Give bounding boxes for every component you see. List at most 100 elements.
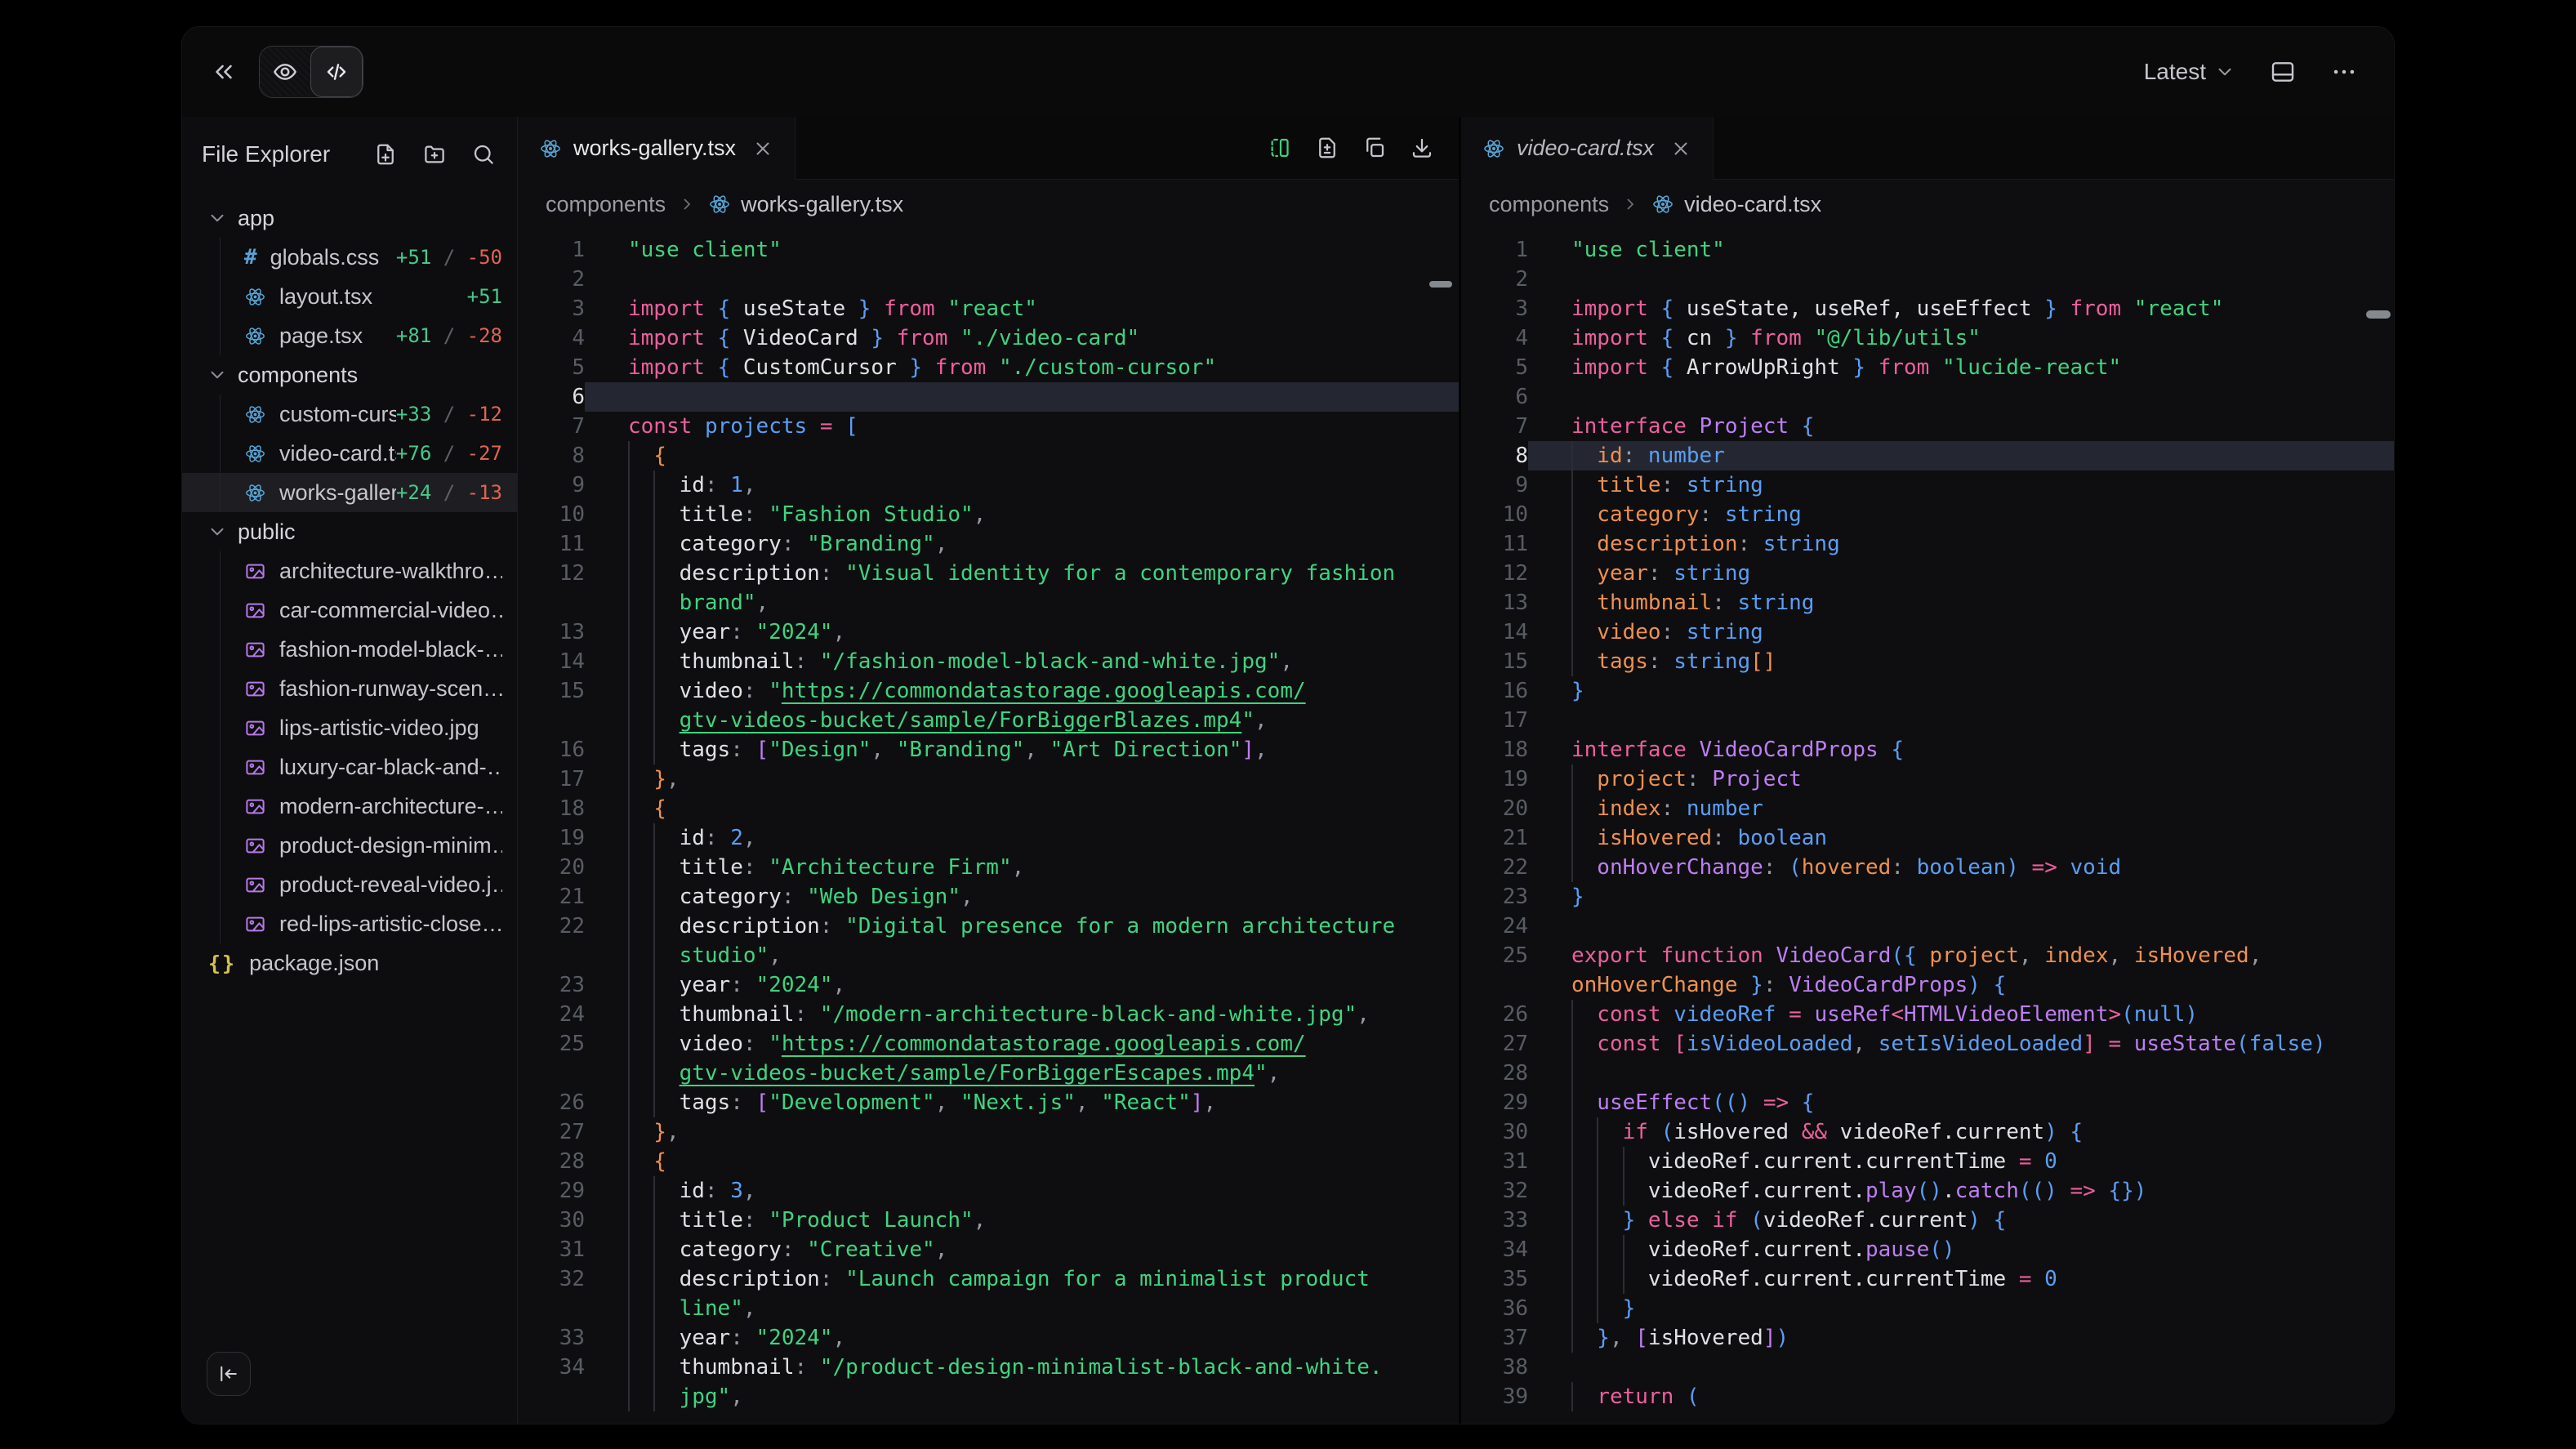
code-line-content[interactable]: studio", (585, 941, 1459, 970)
preview-toggle-button[interactable] (260, 47, 310, 96)
search-button[interactable] (471, 142, 496, 167)
scrollbar-thumb[interactable] (2366, 310, 2391, 319)
file-diff-button[interactable] (1315, 136, 1339, 160)
code-line-content[interactable]: brand", (585, 588, 1459, 617)
tree-folder-components[interactable]: components (182, 355, 517, 395)
code-editor[interactable]: 1"use client"23import { useState, useRef… (1461, 229, 2394, 1424)
tree-file-luxury-car-black-and-[interactable]: luxury-car-black-and-… (182, 747, 517, 787)
code-line-content[interactable]: description: "Visual identity for a cont… (585, 559, 1459, 588)
tree-file-lips-artistic-video.jpg[interactable]: lips-artistic-video.jpg (182, 708, 517, 747)
code-line-content[interactable]: const projects = [ (585, 412, 1459, 441)
code-line-content[interactable]: { (585, 1147, 1459, 1176)
code-line-content[interactable]: year: string (1528, 559, 2394, 588)
code-line-content[interactable]: video: "https://commondatastorage.google… (585, 1029, 1459, 1059)
code-line-content[interactable]: } else if (videoRef.current) { (1528, 1206, 2394, 1235)
tree-folder-app[interactable]: app (182, 198, 517, 238)
code-line-content[interactable]: const videoRef = useRef<HTMLVideoElement… (1528, 1000, 2394, 1029)
code-line-content[interactable]: isHovered: boolean (1528, 823, 2394, 853)
tree-file-layout.tsx[interactable]: layout.tsx+51 (182, 277, 517, 316)
code-line-content[interactable]: thumbnail: string (1528, 588, 2394, 617)
tree-file-page.tsx[interactable]: page.tsx+81 / -28 (182, 316, 517, 355)
code-line-content[interactable]: thumbnail: "/modern-architecture-black-a… (585, 1000, 1459, 1029)
tree-file-red-lips-artistic-close[interactable]: red-lips-artistic-close… (182, 904, 517, 943)
code-line-content[interactable]: description: "Launch campaign for a mini… (585, 1264, 1459, 1294)
code-line-content[interactable]: year: "2024", (585, 1323, 1459, 1353)
code-line-content[interactable]: import { VideoCard } from "./video-card" (585, 323, 1459, 353)
code-line-content[interactable]: import { ArrowUpRight } from "lucide-rea… (1528, 353, 2394, 382)
tree-file-video-card.tsx[interactable]: video-card.tsx+76 / -27 (182, 434, 517, 473)
code-line-content[interactable]: id: 2, (585, 823, 1459, 853)
code-line-content[interactable]: if (isHovered && videoRef.current) { (1528, 1117, 2394, 1147)
code-line-content[interactable] (585, 382, 1459, 412)
collapse-sidebar-button[interactable] (210, 58, 238, 86)
code-line-content[interactable]: videoRef.current.currentTime = 0 (1528, 1147, 2394, 1176)
code-toggle-button[interactable] (310, 47, 363, 97)
code-line-content[interactable]: import { useState } from "react" (585, 294, 1459, 323)
version-dropdown[interactable]: Latest (2144, 59, 2235, 85)
code-line-content[interactable]: tags: ["Development", "Next.js", "React"… (585, 1088, 1459, 1117)
tree-file-custom-curs[interactable]: custom-curs…+33 / -12 (182, 395, 517, 434)
code-line-content[interactable]: interface Project { (1528, 412, 2394, 441)
tree-file-package.json[interactable]: {}package.json (182, 943, 517, 983)
scrollbar-thumb[interactable] (1429, 281, 1452, 288)
close-tab-icon[interactable] (1670, 138, 1691, 159)
code-line-content[interactable]: title: "Architecture Firm", (585, 853, 1459, 882)
code-line-content[interactable]: }, [isHovered]) (1528, 1323, 2394, 1353)
code-line-content[interactable]: category: "Branding", (585, 529, 1459, 559)
code-line-content[interactable]: const [isVideoLoaded, setIsVideoLoaded] … (1528, 1029, 2394, 1059)
tree-file-product-design-minim[interactable]: product-design-minim… (182, 826, 517, 865)
code-line-content[interactable]: }, (585, 1117, 1459, 1147)
code-line-content[interactable]: project: Project (1528, 765, 2394, 794)
code-line-content[interactable]: } (1528, 676, 2394, 706)
code-line-content[interactable]: videoRef.current.play().catch(() => {}) (1528, 1176, 2394, 1206)
tree-file-architecture-walkthro[interactable]: architecture-walkthro… (182, 551, 517, 591)
code-line-content[interactable]: video: string (1528, 617, 2394, 647)
tree-folder-public[interactable]: public (182, 512, 517, 551)
tree-file-globals.css[interactable]: #globals.css+51 / -50 (182, 238, 517, 277)
code-line-content[interactable]: }, (585, 765, 1459, 794)
new-folder-button[interactable] (422, 142, 447, 167)
breadcrumb-folder[interactable]: components (546, 192, 666, 217)
code-line-content[interactable]: gtv-videos-bucket/sample/ForBiggerBlazes… (585, 706, 1459, 735)
split-view-button[interactable] (1268, 136, 1292, 160)
code-line-content[interactable]: { (585, 794, 1459, 823)
tree-file-fashion-model-black-[interactable]: fashion-model-black-… (182, 630, 517, 669)
breadcrumb-file[interactable]: video-card.tsx (1651, 192, 1821, 217)
code-line-content[interactable]: import { useState, useRef, useEffect } f… (1528, 294, 2394, 323)
code-line-content[interactable] (1528, 706, 2394, 735)
code-line-content[interactable]: description: "Digital presence for a mod… (585, 912, 1459, 941)
more-options-button[interactable] (2330, 58, 2358, 86)
code-line-content[interactable]: return ( (1528, 1382, 2394, 1411)
code-line-content[interactable] (1528, 382, 2394, 412)
code-line-content[interactable] (1528, 1059, 2394, 1088)
code-line-content[interactable]: videoRef.current.pause() (1528, 1235, 2394, 1264)
code-line-content[interactable] (1528, 265, 2394, 294)
code-line-content[interactable]: index: number (1528, 794, 2394, 823)
code-line-content[interactable]: id: 1, (585, 470, 1459, 500)
code-line-content[interactable]: { (585, 441, 1459, 470)
code-line-content[interactable]: tags: ["Design", "Branding", "Art Direct… (585, 735, 1459, 765)
code-line-content[interactable]: } (1528, 1294, 2394, 1323)
code-line-content[interactable]: description: string (1528, 529, 2394, 559)
code-line-content[interactable]: category: "Creative", (585, 1235, 1459, 1264)
code-line-content[interactable]: tags: string[] (1528, 647, 2394, 676)
code-line-content[interactable]: import { cn } from "@/lib/utils" (1528, 323, 2394, 353)
code-line-content[interactable]: video: "https://commondatastorage.google… (585, 676, 1459, 706)
new-file-button[interactable] (373, 142, 398, 167)
tree-file-car-commercial-video[interactable]: car-commercial-video… (182, 591, 517, 630)
code-line-content[interactable]: videoRef.current.currentTime = 0 (1528, 1264, 2394, 1294)
code-line-content[interactable]: thumbnail: "/fashion-model-black-and-whi… (585, 647, 1459, 676)
tab-works-gallery.tsx[interactable]: works-gallery.tsx (518, 117, 796, 180)
code-editor[interactable]: 1"use client"23import { useState } from … (518, 229, 1459, 1424)
breadcrumb-file[interactable]: works-gallery.tsx (708, 192, 903, 217)
code-line-content[interactable]: id: 3, (585, 1176, 1459, 1206)
code-line-content[interactable]: useEffect(() => { (1528, 1088, 2394, 1117)
tree-file-modern-architecture-[interactable]: modern-architecture-… (182, 787, 517, 826)
close-tab-icon[interactable] (752, 138, 773, 159)
collapse-panel-button[interactable] (207, 1352, 251, 1396)
code-line-content[interactable]: category: "Web Design", (585, 882, 1459, 912)
code-line-content[interactable]: id: number (1528, 441, 2394, 470)
code-line-content[interactable]: line", (585, 1294, 1459, 1323)
code-line-content[interactable]: thumbnail: "/product-design-minimalist-b… (585, 1353, 1459, 1382)
code-line-content[interactable]: title: string (1528, 470, 2394, 500)
